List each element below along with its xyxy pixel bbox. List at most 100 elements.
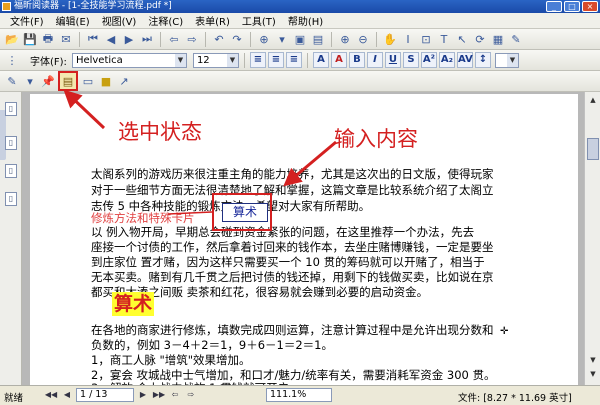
scroll-page-down-icon[interactable]: ▼ [587, 368, 599, 380]
font-size-value: 12 [196, 54, 210, 66]
pin-tool-icon[interactable]: 📌 [40, 73, 56, 89]
window-title: 福昕阅读器 - [1-全技能学习流程.pdf *] [14, 1, 172, 11]
open-icon[interactable]: 📂 [4, 31, 20, 47]
menu-comment[interactable]: 注释(C) [142, 13, 189, 28]
vertical-scrollbar[interactable]: ▲ ▼ ▼ [584, 92, 600, 385]
doc-line: 负数的，例如 3－4＋2＝1，9＋6－1＝2＝1。 [91, 338, 334, 352]
menu-tools[interactable]: 工具(T) [236, 13, 282, 28]
bookmarks-icon[interactable]: ▯ [5, 102, 17, 116]
menu-view[interactable]: 视图(V) [96, 13, 143, 28]
prev-page-icon[interactable]: ◀ [60, 388, 74, 402]
char-spacing-button[interactable]: AV [456, 52, 473, 68]
close-button[interactable]: × [582, 1, 598, 12]
annotation-textbox[interactable]: 算术 [222, 203, 268, 222]
fit-width-icon[interactable]: ▤ [310, 31, 326, 47]
textbox-tool-selected[interactable]: ▤ [58, 71, 78, 91]
page-number-field[interactable]: 1 / 13 [76, 388, 134, 402]
doc-line: 在各地的商家进行修炼，填数完成四则运算，注意计算过程中是允许出现分数和 [91, 323, 494, 337]
zoom-minus-icon[interactable]: ⊖ [355, 31, 371, 47]
strikethrough-button[interactable]: S [402, 52, 419, 68]
align-center-button[interactable]: ≡ [267, 52, 284, 68]
font-size-select[interactable]: 12 ▼ [192, 52, 239, 68]
zoom-plus-icon[interactable]: ⊕ [337, 31, 353, 47]
toolbar-grip-icon: ⋮ [6, 53, 18, 67]
main-toolbar: 📂 💾 🖶 ✉ ⏮ ◀ ▶ ⏭ ⇦ ⇨ ↶ ↷ ⊕ ▾ ▣ ▤ ⊕ ⊖ ✋ I … [0, 29, 600, 50]
navigation-panel: ▯ ▯ ▯ ▯ [0, 92, 22, 385]
last-page-icon[interactable]: ⏭ [139, 31, 155, 47]
font-select[interactable]: Helvetica ▼ [71, 52, 187, 68]
doc-line: 无本买卖。赌到有几千贯之后把讨债的钱还掉，用剩下的钱做买卖，比如说在京 [91, 270, 494, 284]
rotate-icon[interactable]: ⟳ [472, 31, 488, 47]
chevron-down-icon: ▼ [506, 53, 518, 67]
spacing-select[interactable]: ▼ [494, 52, 519, 68]
typewriter-icon[interactable]: T [436, 31, 452, 47]
zoom-dropdown-icon[interactable]: ▾ [274, 31, 290, 47]
bold-button[interactable]: B [348, 52, 365, 68]
print-icon[interactable]: 🖶 [40, 31, 56, 47]
align-right-button[interactable]: ≡ [285, 52, 302, 68]
pen-dropdown-icon[interactable]: ▾ [22, 73, 38, 89]
doc-line: 1，商工人脉 "增筑"效果增加。 [91, 353, 251, 367]
layers-icon[interactable]: ▯ [5, 164, 17, 178]
annotation-input-content: 输入内容 [334, 127, 418, 151]
line-spacing-button[interactable]: ↕ [474, 52, 491, 68]
attachments-icon[interactable]: ▯ [5, 192, 17, 206]
align-left-button[interactable]: ≡ [249, 52, 266, 68]
doc-line: 座接一个讨债的工作，然后拿着讨回来的钱作本，去坐庄赌博赚钱，一定是要坐 [91, 240, 494, 254]
status-bar: 就绪 ◀◀ ◀ 1 / 13 ▶ ▶▶ ⇦ ⇨ 111.1% 文件: [8.27… [0, 385, 600, 405]
italic-button[interactable]: I [366, 52, 383, 68]
first-page-icon[interactable]: ◀◀ [44, 388, 58, 402]
sticky-note-icon[interactable]: ■ [98, 73, 114, 89]
first-page-icon[interactable]: ⏮ [85, 31, 101, 47]
menu-bar: 文件(F) 编辑(E) 视图(V) 注释(C) 表单(R) 工具(T) 帮助(H… [0, 13, 600, 29]
scroll-down-icon[interactable]: ▼ [587, 354, 599, 366]
zoom-field[interactable]: 111.1% [266, 388, 332, 402]
redo-icon[interactable]: ↷ [229, 31, 245, 47]
save-icon[interactable]: 💾 [22, 31, 38, 47]
status-text: 就绪 [4, 393, 24, 404]
text-color-button[interactable]: A [330, 52, 347, 68]
hand-tool-icon[interactable]: ✋ [382, 31, 398, 47]
minimize-button[interactable]: _ [546, 1, 562, 12]
pages-icon[interactable]: ▯ [5, 136, 17, 150]
snapshot-icon[interactable]: ⊡ [418, 31, 434, 47]
comment-icon[interactable]: ✎ [508, 31, 524, 47]
comment-toolbar: ✎ ▾ 📌 ▤ ▭ ■ ↗ [0, 71, 600, 92]
note-tool-icon[interactable]: ▭ [80, 73, 96, 89]
maximize-button[interactable]: □ [564, 1, 580, 12]
subscript-button[interactable]: A₂ [438, 52, 455, 68]
chevron-down-icon: ▼ [226, 53, 238, 67]
text-style-a-button[interactable]: A [312, 52, 329, 68]
prev-page-icon[interactable]: ◀ [103, 31, 119, 47]
next-page-icon[interactable]: ▶ [136, 388, 150, 402]
title-bar: 福昕阅读器 - [1-全技能学习流程.pdf *] _ □ × [0, 0, 600, 13]
fit-page-icon[interactable]: ▣ [292, 31, 308, 47]
email-icon[interactable]: ✉ [58, 31, 74, 47]
select-tool-icon[interactable]: ↖ [454, 31, 470, 47]
last-page-icon[interactable]: ▶▶ [152, 388, 166, 402]
forward-icon[interactable]: ⇨ [184, 31, 200, 47]
doc-line: 对于一些细节方面无法很清楚地了解和掌握，这篇文章是比较系统介绍了太阁立 [91, 183, 494, 197]
next-page-icon[interactable]: ▶ [121, 31, 137, 47]
select-text-icon[interactable]: I [400, 31, 416, 47]
menu-edit[interactable]: 编辑(E) [50, 13, 96, 28]
menu-file[interactable]: 文件(F) [4, 13, 50, 28]
back-icon[interactable]: ⇦ [168, 388, 182, 402]
underline-button[interactable]: U [384, 52, 401, 68]
forward-icon[interactable]: ⇨ [184, 388, 198, 402]
pen-tool-icon[interactable]: ✎ [4, 73, 20, 89]
superscript-button[interactable]: A² [420, 52, 437, 68]
chevron-down-icon: ▼ [174, 53, 186, 67]
menu-help[interactable]: 帮助(H) [282, 13, 329, 28]
arrow-tool-icon[interactable]: ↗ [116, 73, 132, 89]
back-icon[interactable]: ⇦ [166, 31, 182, 47]
textbox-tool-icon: ▤ [62, 74, 74, 88]
undo-icon[interactable]: ↶ [211, 31, 227, 47]
menu-form[interactable]: 表单(R) [189, 13, 236, 28]
image-icon[interactable]: ▦ [490, 31, 506, 47]
doc-line: 太阁系列的游戏历来很注重主角的能力培养，尤其是这次出的日文版，使得玩家 [91, 167, 494, 181]
scroll-thumb[interactable] [587, 138, 599, 160]
scroll-up-icon[interactable]: ▲ [587, 94, 599, 106]
panel-collapse-tab[interactable] [0, 110, 6, 160]
zoom-in-icon[interactable]: ⊕ [256, 31, 272, 47]
